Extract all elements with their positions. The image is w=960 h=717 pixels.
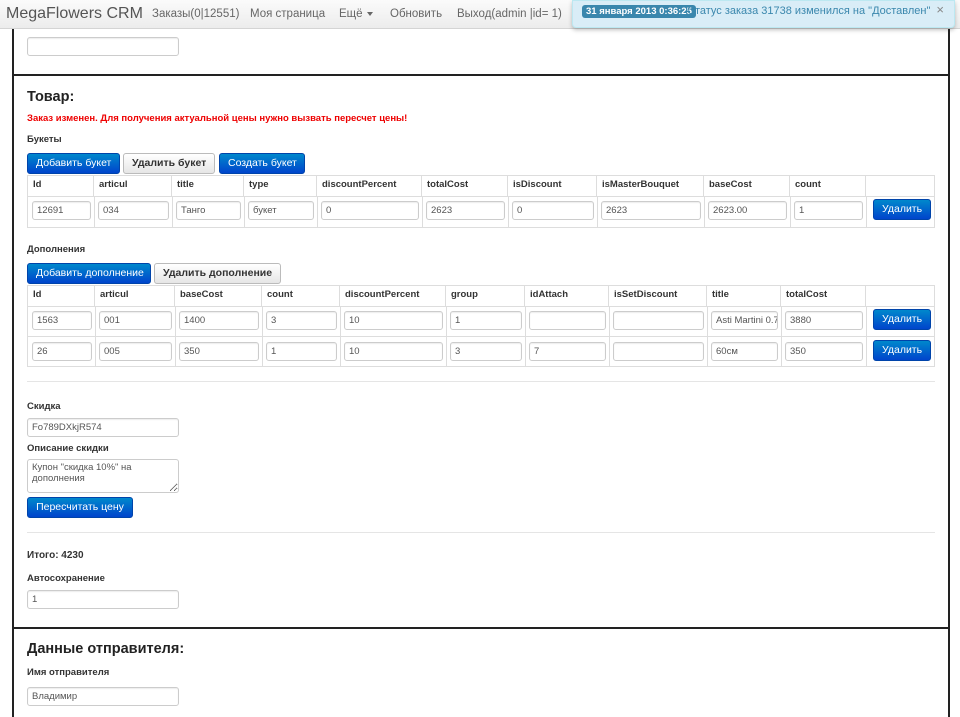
bouquet-title-input[interactable]: Танго bbox=[176, 201, 241, 220]
chevron-down-icon bbox=[366, 11, 373, 16]
col-header: group bbox=[446, 286, 525, 306]
addition-discount-percent-input[interactable]: 10 bbox=[344, 342, 443, 361]
col-header: baseCost bbox=[175, 286, 262, 306]
addition-is-set-discount-input[interactable] bbox=[613, 342, 704, 361]
addition-id-input[interactable]: 26 bbox=[32, 342, 92, 361]
col-header: Id bbox=[28, 286, 95, 306]
additions-label: Дополнения bbox=[27, 244, 86, 255]
bouquet-articul-input[interactable]: 034 bbox=[98, 201, 169, 220]
nav-refresh-link[interactable]: Обновить bbox=[390, 8, 442, 20]
addition-is-set-discount-input[interactable] bbox=[613, 311, 704, 330]
addition-base-cost-input[interactable]: 350 bbox=[179, 342, 259, 361]
bouquet-type-input[interactable]: букет bbox=[248, 201, 314, 220]
col-header: isMasterBouquet bbox=[597, 176, 704, 196]
addition-id-attach-input[interactable] bbox=[529, 311, 606, 330]
addition-count-input[interactable]: 3 bbox=[266, 311, 337, 330]
addition-id-input[interactable]: 1563 bbox=[32, 311, 92, 330]
sender-name-label: Имя отправителя bbox=[27, 667, 110, 678]
sender-name-input[interactable]: Владимир bbox=[27, 687, 179, 706]
col-header: count bbox=[790, 176, 866, 196]
discount-description-label: Описание скидки bbox=[27, 443, 109, 454]
col-header: articul bbox=[94, 176, 172, 196]
previous-section-panel bbox=[12, 29, 950, 76]
addition-base-cost-input[interactable]: 1400 bbox=[179, 311, 259, 330]
col-header: idAttach bbox=[525, 286, 609, 306]
col-header: articul bbox=[95, 286, 175, 306]
discount-code-input[interactable]: Fo789DXkjR574 bbox=[27, 418, 179, 437]
divider bbox=[27, 532, 935, 533]
nav-orders-link[interactable]: Заказы(0|12551) bbox=[152, 8, 239, 20]
addition-id-attach-input[interactable]: 7 bbox=[529, 342, 606, 361]
col-header: discountPercent bbox=[317, 176, 422, 196]
delete-bouquet-button[interactable]: Удалить букет bbox=[123, 153, 215, 174]
addition-total-cost-input[interactable]: 350 bbox=[785, 342, 863, 361]
col-header: discountPercent bbox=[340, 286, 446, 306]
delete-addition-row-button[interactable]: Удалить bbox=[873, 340, 931, 361]
autosave-input[interactable]: 1 bbox=[27, 590, 179, 609]
discount-label: Скидка bbox=[27, 401, 61, 412]
goods-panel: Товар: Заказ изменен. Для получения акту… bbox=[12, 74, 950, 629]
delete-bouquet-row-button[interactable]: Удалить bbox=[873, 199, 931, 220]
addition-total-cost-input[interactable]: 3880 bbox=[785, 311, 863, 330]
brand-logo[interactable]: MegaFlowers CRM bbox=[6, 5, 143, 23]
addition-articul-input[interactable]: 005 bbox=[99, 342, 172, 361]
col-header: title bbox=[707, 286, 781, 306]
bouquet-base-cost-input[interactable]: 2623.00 bbox=[708, 201, 787, 220]
autosave-label: Автосохранение bbox=[27, 573, 105, 584]
discount-description-textarea[interactable]: Купон "скидка 10%" на дополнения bbox=[27, 459, 179, 493]
recalculate-price-button[interactable]: Пересчитать цену bbox=[27, 497, 133, 518]
col-header: Id bbox=[28, 176, 94, 196]
previous-field-input[interactable] bbox=[27, 37, 179, 56]
order-total: Итого: 4230 bbox=[27, 550, 84, 561]
col-header: totalCost bbox=[781, 286, 866, 306]
addition-group-input[interactable]: 3 bbox=[450, 342, 522, 361]
nav-logout-link[interactable]: Выход(admin |id= 1) bbox=[457, 8, 562, 20]
col-header: totalCost bbox=[422, 176, 508, 196]
addition-count-input[interactable]: 1 bbox=[266, 342, 337, 361]
create-bouquet-button[interactable]: Создать букет bbox=[219, 153, 305, 174]
bouquet-is-discount-input[interactable]: 0 bbox=[512, 201, 594, 220]
addition-group-input[interactable]: 1 bbox=[450, 311, 522, 330]
addition-title-input[interactable]: 60см bbox=[711, 342, 778, 361]
notification-date-badge: 31 января 2013 0:36:25 bbox=[582, 5, 696, 18]
status-notification: 31 января 2013 0:36:25 Статус заказа 317… bbox=[572, 0, 955, 28]
nav-more-dropdown[interactable]: Ещё bbox=[339, 8, 373, 20]
nav-more-label: Ещё bbox=[339, 8, 363, 20]
addition-discount-percent-input[interactable]: 10 bbox=[344, 311, 443, 330]
additions-table: Id articul baseCost count discountPercen… bbox=[27, 285, 935, 367]
col-header: type bbox=[244, 176, 317, 196]
bouquet-count-input[interactable]: 1 bbox=[794, 201, 863, 220]
col-header: baseCost bbox=[704, 176, 790, 196]
goods-title: Товар: bbox=[27, 89, 75, 105]
sender-panel: Данные отправителя: Имя отправителя Влад… bbox=[12, 627, 950, 717]
add-bouquet-button[interactable]: Добавить букет bbox=[27, 153, 120, 174]
nav-my-page-link[interactable]: Моя страница bbox=[250, 8, 325, 20]
addition-articul-input[interactable]: 001 bbox=[99, 311, 172, 330]
addition-title-input[interactable]: Asti Martini 0.75 bbox=[711, 311, 778, 330]
bouquet-discount-percent-input[interactable]: 0 bbox=[321, 201, 419, 220]
bouquet-is-master-input[interactable]: 2623 bbox=[601, 201, 701, 220]
delete-addition-button[interactable]: Удалить дополнение bbox=[154, 263, 281, 284]
add-addition-button[interactable]: Добавить дополнение bbox=[27, 263, 151, 284]
divider bbox=[27, 381, 935, 382]
notification-text: Статус заказа 31738 изменился на "Достав… bbox=[687, 5, 931, 17]
col-header: count bbox=[262, 286, 340, 306]
sender-title: Данные отправителя: bbox=[27, 641, 185, 657]
bouquet-id-input[interactable]: 12691 bbox=[32, 201, 91, 220]
bouquets-table: Id articul title type discountPercent to… bbox=[27, 175, 935, 228]
recalc-warning: Заказ изменен. Для получения актуальной … bbox=[27, 113, 408, 124]
close-icon[interactable]: × bbox=[936, 2, 944, 17]
col-header: isSetDiscount bbox=[609, 286, 707, 306]
delete-addition-row-button[interactable]: Удалить bbox=[873, 309, 931, 330]
bouquet-total-cost-input[interactable]: 2623 bbox=[426, 201, 505, 220]
bouquets-label: Букеты bbox=[27, 134, 62, 145]
col-header: isDiscount bbox=[508, 176, 597, 196]
col-header: title bbox=[172, 176, 244, 196]
